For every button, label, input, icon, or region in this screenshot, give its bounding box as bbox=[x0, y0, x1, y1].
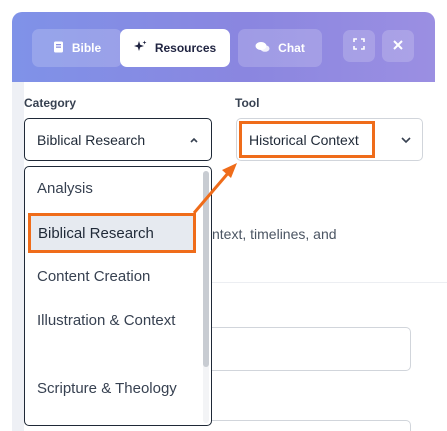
annotation-arrow bbox=[192, 163, 237, 214]
